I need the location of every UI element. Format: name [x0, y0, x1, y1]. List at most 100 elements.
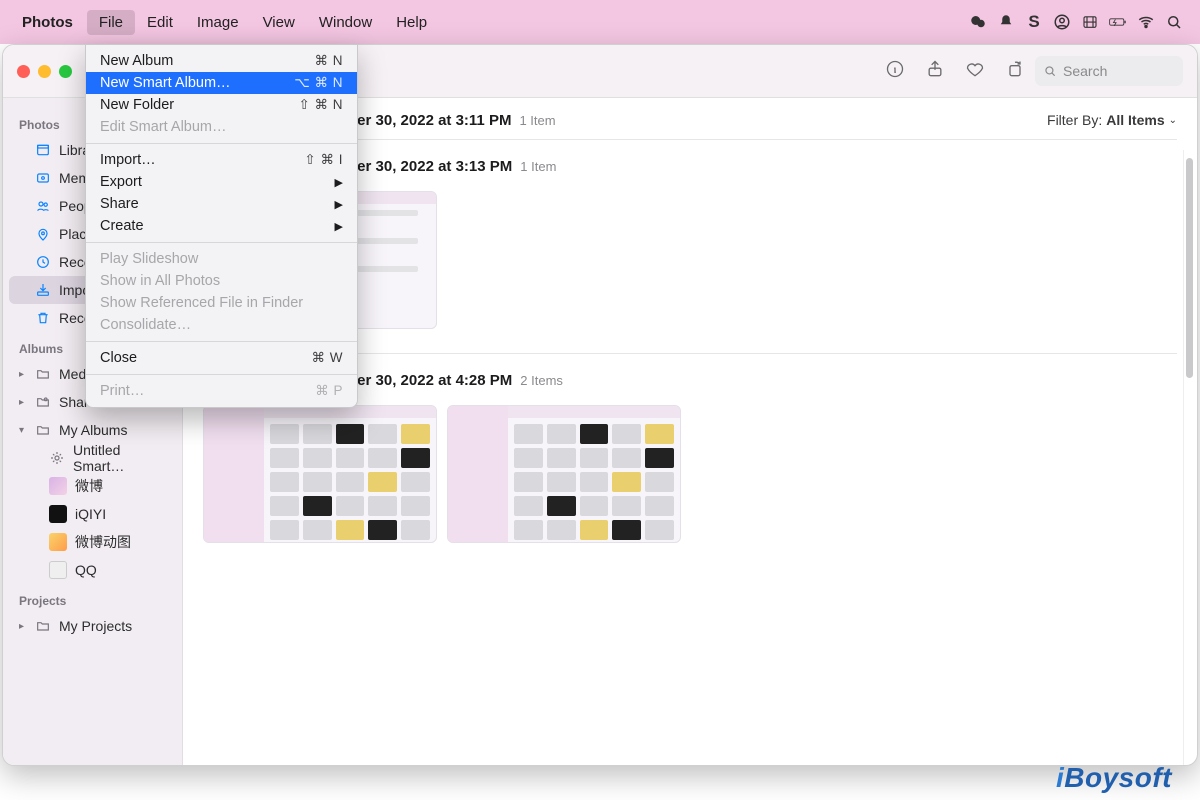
sidebar-item-my-projects[interactable]: ▸My Projects: [9, 612, 176, 640]
app-name[interactable]: Photos: [22, 14, 73, 31]
sidebar-item-label: QQ: [75, 562, 97, 578]
notification-icon[interactable]: [992, 13, 1020, 31]
menu-item-shortcut: ⌘ W: [312, 350, 344, 366]
trash-icon: [35, 310, 51, 326]
share-icon[interactable]: [915, 59, 955, 84]
sidebar-item-label: 微博: [75, 476, 103, 496]
menu-separator: [86, 143, 357, 144]
wifi-icon[interactable]: [1132, 13, 1160, 31]
menu-item-play-slideshow: Play Slideshow: [86, 248, 357, 270]
album-thumbnail: [49, 533, 67, 551]
menu-item-label: New Folder: [100, 97, 174, 113]
menu-item-create[interactable]: Create▶: [86, 215, 357, 237]
menu-item-label: New Album: [100, 53, 173, 69]
sidebar-item-my-albums[interactable]: ▾ My Albums: [9, 416, 176, 444]
search-field[interactable]: Search: [1035, 56, 1183, 86]
sidebar-item-label: Untitled Smart…: [73, 442, 166, 474]
wechat-icon[interactable]: [964, 13, 992, 31]
menu-item-new-folder[interactable]: New Folder⇧ ⌘ N: [86, 94, 357, 116]
close-button[interactable]: [17, 65, 30, 78]
folder-icon: [35, 422, 51, 438]
status-s-icon[interactable]: S: [1020, 12, 1048, 32]
menu-item-shortcut: ⌥ ⌘ N: [294, 75, 343, 91]
filter-control[interactable]: Filter By: All Items ⌄: [1047, 112, 1177, 128]
people-icon: [35, 198, 51, 214]
minimize-button[interactable]: [38, 65, 51, 78]
import-group-count: 1 Item: [520, 159, 556, 174]
spotlight-icon[interactable]: [1160, 13, 1188, 31]
menu-item-export[interactable]: Export ▶: [86, 171, 357, 193]
menu-item-close[interactable]: Close ⌘ W: [86, 347, 357, 369]
menu-window[interactable]: Window: [307, 10, 384, 35]
menu-item-label: Close: [100, 350, 137, 366]
imports-icon: [35, 282, 51, 298]
info-icon[interactable]: [875, 59, 915, 84]
battery-icon[interactable]: [1104, 13, 1132, 31]
submenu-arrow-icon: ▶: [335, 220, 343, 233]
user-icon[interactable]: [1048, 13, 1076, 31]
sidebar-item--[interactable]: 微博动图: [9, 528, 176, 556]
sidebar-section-header: Projects: [3, 584, 182, 612]
menu-item-import[interactable]: Import…⇧ ⌘ I: [86, 149, 357, 171]
menu-item-label: Print…: [100, 383, 144, 399]
menu-file[interactable]: File: [87, 10, 135, 35]
watermark: iBoysoft: [1056, 762, 1172, 794]
maximize-button[interactable]: [59, 65, 72, 78]
search-placeholder: Search: [1063, 63, 1107, 79]
menu-item-label: Export: [100, 174, 142, 190]
sidebar-item-qq[interactable]: QQ: [9, 556, 176, 584]
recents-icon: [35, 254, 51, 270]
disclosure-icon[interactable]: ▸: [19, 397, 24, 408]
menu-item-consolidate: Consolidate…: [86, 314, 357, 336]
memories-icon: [35, 170, 51, 186]
menu-item-shortcut: ⌘ N: [315, 53, 344, 69]
photo-thumbnail[interactable]: [203, 405, 437, 543]
sidebar-item-label: My Albums: [59, 422, 127, 438]
rotate-icon[interactable]: [995, 59, 1035, 84]
favorite-icon[interactable]: [955, 59, 995, 84]
sidebar-item-untitled-smart-[interactable]: Untitled Smart…: [9, 444, 176, 472]
menu-view[interactable]: View: [251, 10, 307, 35]
sidebar-item-label: iQIYI: [75, 506, 106, 522]
menu-help[interactable]: Help: [384, 10, 439, 35]
menu-item-show-referenced-file-in-finder: Show Referenced File in Finder: [86, 292, 357, 314]
system-menubar: Photos File Edit Image View Window Help …: [0, 0, 1200, 44]
scrollbar[interactable]: [1183, 150, 1195, 765]
import-group-count: 1 Item: [519, 113, 555, 128]
submenu-arrow-icon: ▶: [335, 198, 343, 211]
menu-item-label: Edit Smart Album…: [100, 119, 227, 135]
menu-item-shortcut: ⌘ P: [315, 383, 343, 399]
folder-icon: [35, 618, 51, 634]
menu-edit[interactable]: Edit: [135, 10, 185, 35]
menu-item-label: New Smart Album…: [100, 75, 231, 91]
sidebar-item-label: 微博动图: [75, 532, 131, 552]
menu-item-new-album[interactable]: New Album ⌘ N: [86, 50, 357, 72]
menu-item-label: Show Referenced File in Finder: [100, 295, 303, 311]
photo-thumbnail[interactable]: [447, 405, 681, 543]
disclosure-icon[interactable]: ▾: [19, 425, 24, 436]
album-thumbnail: [49, 561, 67, 579]
input-method-icon[interactable]: [1076, 13, 1104, 31]
menu-separator: [86, 341, 357, 342]
menu-separator: [86, 242, 357, 243]
disclosure-icon[interactable]: ▸: [19, 369, 24, 380]
menu-item-label: Show in All Photos: [100, 273, 220, 289]
menu-separator: [86, 374, 357, 375]
smart-icon: [49, 450, 65, 466]
menu-image[interactable]: Image: [185, 10, 251, 35]
library-icon: [35, 142, 51, 158]
window-controls: [17, 65, 72, 78]
folder-icon: [35, 366, 51, 382]
menu-item-share[interactable]: Share ▶: [86, 193, 357, 215]
menu-item-label: Share: [100, 196, 139, 212]
sidebar-item-iqiyi[interactable]: iQIYI: [9, 500, 176, 528]
file-menu-dropdown: New Album ⌘ N New Smart Album… ⌥ ⌘ N New Fol…: [85, 44, 358, 408]
disclosure-icon[interactable]: ▸: [19, 621, 24, 632]
submenu-arrow-icon: ▶: [335, 176, 343, 189]
menu-item-new-smart-album[interactable]: New Smart Album… ⌥ ⌘ N: [86, 72, 357, 94]
album-thumbnail: [49, 477, 67, 495]
menu-item-show-in-all-photos: Show in All Photos: [86, 270, 357, 292]
menu-item-label: Consolidate…: [100, 317, 191, 333]
menu-item-shortcut: ⇧ ⌘ I: [304, 152, 343, 168]
sidebar-item--[interactable]: 微博: [9, 472, 176, 500]
